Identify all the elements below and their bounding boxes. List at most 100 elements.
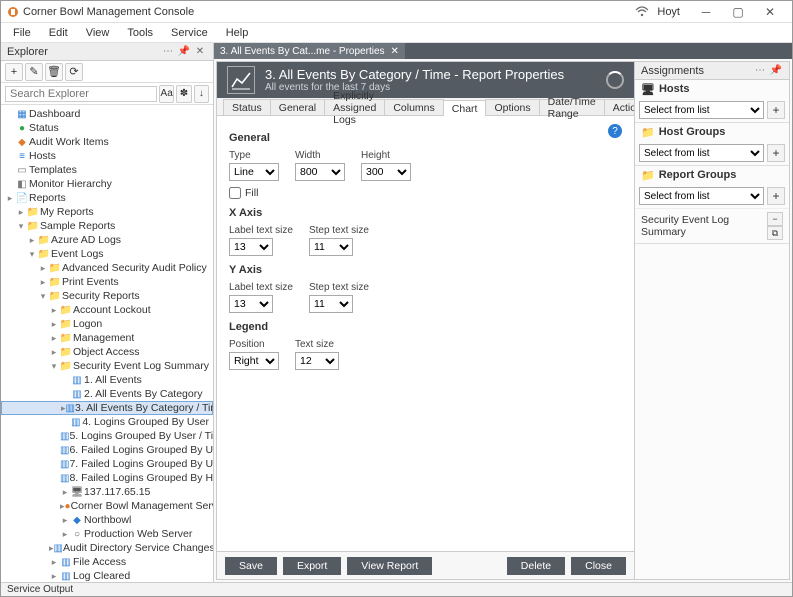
menu-tools[interactable]: Tools bbox=[119, 25, 161, 41]
edit-button[interactable]: ✎ bbox=[25, 63, 43, 81]
save-button[interactable]: Save bbox=[225, 557, 277, 575]
close-window-button[interactable]: ✕ bbox=[754, 2, 786, 22]
type-select[interactable]: Line bbox=[229, 163, 279, 181]
menu-help[interactable]: Help bbox=[218, 25, 257, 41]
tree-report-item[interactable]: ▥5. Logins Grouped By User / Time bbox=[1, 429, 213, 443]
tree-item[interactable]: ≡Hosts bbox=[1, 149, 213, 163]
tree-report-item[interactable]: ▥2. All Events By Category bbox=[1, 387, 213, 401]
hostgroups-select[interactable]: Select from list bbox=[639, 144, 764, 162]
width-select[interactable]: 800 bbox=[295, 163, 345, 181]
x-lts-select[interactable]: 13 bbox=[229, 238, 273, 256]
hosts-add-button[interactable]: + bbox=[767, 101, 785, 119]
tree-report-item[interactable]: ▥4. Logins Grouped By User bbox=[1, 415, 213, 429]
section-general: General bbox=[229, 132, 622, 144]
help-icon[interactable]: ? bbox=[608, 124, 622, 138]
tree-item[interactable]: ▸▥Audit Directory Service Changes (Corre… bbox=[1, 541, 213, 555]
add-button[interactable]: + bbox=[5, 63, 23, 81]
tree-item[interactable]: ▸▥File Access bbox=[1, 555, 213, 569]
x-sts-select[interactable]: 11 bbox=[309, 238, 353, 256]
tree-item[interactable]: ▸📁Object Access bbox=[1, 345, 213, 359]
panel-pin-icon[interactable]: 📌 bbox=[177, 45, 191, 59]
subtab-columns[interactable]: Columns bbox=[384, 99, 443, 115]
tree-item[interactable]: ◆Audit Work Items bbox=[1, 135, 213, 149]
subtab-date-time-range[interactable]: Date/Time Range bbox=[539, 99, 605, 115]
tree-item[interactable]: ▸◆Northbowl bbox=[1, 513, 213, 527]
legend-ts-label: Text size bbox=[295, 339, 339, 350]
tree-item[interactable]: ▸🖥137.117.65.15 bbox=[1, 485, 213, 499]
hosts-select[interactable]: Select from list bbox=[639, 101, 764, 119]
subtab-status[interactable]: Status bbox=[223, 99, 271, 115]
tree-item[interactable]: ▸📁Management bbox=[1, 331, 213, 345]
tree-item[interactable]: ▸●Corner Bowl Management Server bbox=[1, 499, 213, 513]
panel-close-icon[interactable]: ✕ bbox=[193, 45, 207, 59]
footer: Save Export View Report Delete Close bbox=[217, 551, 634, 579]
explorer-tree[interactable]: ▦Dashboard●Status◆Audit Work Items≡Hosts… bbox=[1, 105, 213, 582]
tree-item[interactable]: ▾📁Sample Reports bbox=[1, 219, 213, 233]
section-yaxis: Y Axis bbox=[229, 264, 622, 276]
section-legend: Legend bbox=[229, 321, 622, 333]
assign-pin-icon[interactable]: 📌 bbox=[769, 64, 783, 78]
tree-item[interactable]: ▭Templates bbox=[1, 163, 213, 177]
tree-item[interactable]: ▸📁Print Events bbox=[1, 275, 213, 289]
close-button[interactable]: Close bbox=[571, 557, 626, 575]
y-sts-select[interactable]: 11 bbox=[309, 295, 353, 313]
maximize-button[interactable]: ▢ bbox=[722, 2, 754, 22]
menu-service[interactable]: Service bbox=[163, 25, 216, 41]
assign-options-icon[interactable]: ⋯ bbox=[753, 64, 767, 78]
minimize-button[interactable]: ─ bbox=[690, 2, 722, 22]
subtab-general[interactable]: General bbox=[270, 99, 325, 115]
reportgroups-header: 📁Report Groups bbox=[635, 166, 789, 184]
reportgroup-item[interactable]: Security Event Log Summary −⧉ bbox=[635, 208, 789, 243]
doc-tab[interactable]: 3. All Events By Cat...me - Properties ✕ bbox=[214, 43, 405, 59]
tree-item[interactable]: ▸📁Azure AD Logs bbox=[1, 233, 213, 247]
view-report-button[interactable]: View Report bbox=[347, 557, 432, 575]
tree-report-item[interactable]: ▥6. Failed Logins Grouped By User bbox=[1, 443, 213, 457]
tree-item[interactable]: ▸▥Log Cleared bbox=[1, 569, 213, 582]
menu-edit[interactable]: Edit bbox=[41, 25, 76, 41]
item-remove-icon[interactable]: − bbox=[767, 212, 783, 226]
panel-options-icon[interactable]: ⋯ bbox=[161, 45, 175, 59]
tree-report-item[interactable]: ▥8. Failed Logins Grouped By Host bbox=[1, 471, 213, 485]
tree-item[interactable]: ▾📁Security Event Log Summary bbox=[1, 359, 213, 373]
report-title: 3. All Events By Category / Time - Repor… bbox=[265, 67, 564, 82]
delete-report-button[interactable]: Delete bbox=[507, 557, 565, 575]
export-button[interactable]: Export bbox=[283, 557, 341, 575]
legend-pos-select[interactable]: Right bbox=[229, 352, 279, 370]
subtab-explicitly-assigned-logs[interactable]: Explicitly Assigned Logs bbox=[324, 99, 385, 115]
item-copy-icon[interactable]: ⧉ bbox=[767, 226, 783, 240]
tree-item[interactable]: ▸○Production Web Server bbox=[1, 527, 213, 541]
height-select[interactable]: 300 bbox=[361, 163, 411, 181]
type-label: Type bbox=[229, 150, 279, 161]
tree-item[interactable]: ▾📁Security Reports bbox=[1, 289, 213, 303]
tree-item[interactable]: ●Status bbox=[1, 121, 213, 135]
tree-report-item[interactable]: ▥7. Failed Logins Grouped By User / Time bbox=[1, 457, 213, 471]
tree-item[interactable]: ◧Monitor Hierarchy bbox=[1, 177, 213, 191]
tree-item[interactable]: ▸📁Advanced Security Audit Policy bbox=[1, 261, 213, 275]
tree-report-item[interactable]: ▥1. All Events bbox=[1, 373, 213, 387]
tree-item[interactable]: ▸📁Account Lockout bbox=[1, 303, 213, 317]
reportgroups-add-button[interactable]: + bbox=[767, 187, 785, 205]
refresh-button[interactable]: ⟳ bbox=[65, 63, 83, 81]
doc-tab-close-icon[interactable]: ✕ bbox=[391, 46, 399, 57]
tree-item[interactable]: ▾📁Event Logs bbox=[1, 247, 213, 261]
match-whole-button[interactable]: ✽ bbox=[176, 85, 191, 103]
subtab-chart[interactable]: Chart bbox=[443, 100, 487, 116]
tree-item[interactable]: ▸📁Logon bbox=[1, 317, 213, 331]
tree-item[interactable]: ▦Dashboard bbox=[1, 107, 213, 121]
tree-report-item[interactable]: ▸▥3. All Events By Category / Time bbox=[1, 401, 213, 415]
subtab-options[interactable]: Options bbox=[485, 99, 539, 115]
y-lts-select[interactable]: 13 bbox=[229, 295, 273, 313]
tree-item[interactable]: ▸📄Reports bbox=[1, 191, 213, 205]
hostgroups-add-button[interactable]: + bbox=[767, 144, 785, 162]
match-case-button[interactable]: Aa bbox=[159, 85, 174, 103]
tree-item[interactable]: ▸📁My Reports bbox=[1, 205, 213, 219]
menu-file[interactable]: File bbox=[5, 25, 39, 41]
reportgroups-select[interactable]: Select from list bbox=[639, 187, 764, 205]
search-down-button[interactable]: ↓ bbox=[194, 85, 209, 103]
fill-checkbox[interactable]: Fill bbox=[229, 187, 622, 199]
search-input[interactable] bbox=[5, 86, 157, 102]
wifi-icon bbox=[635, 6, 649, 18]
menu-view[interactable]: View bbox=[78, 25, 118, 41]
delete-button[interactable]: 🗑 bbox=[45, 63, 63, 81]
legend-ts-select[interactable]: 12 bbox=[295, 352, 339, 370]
